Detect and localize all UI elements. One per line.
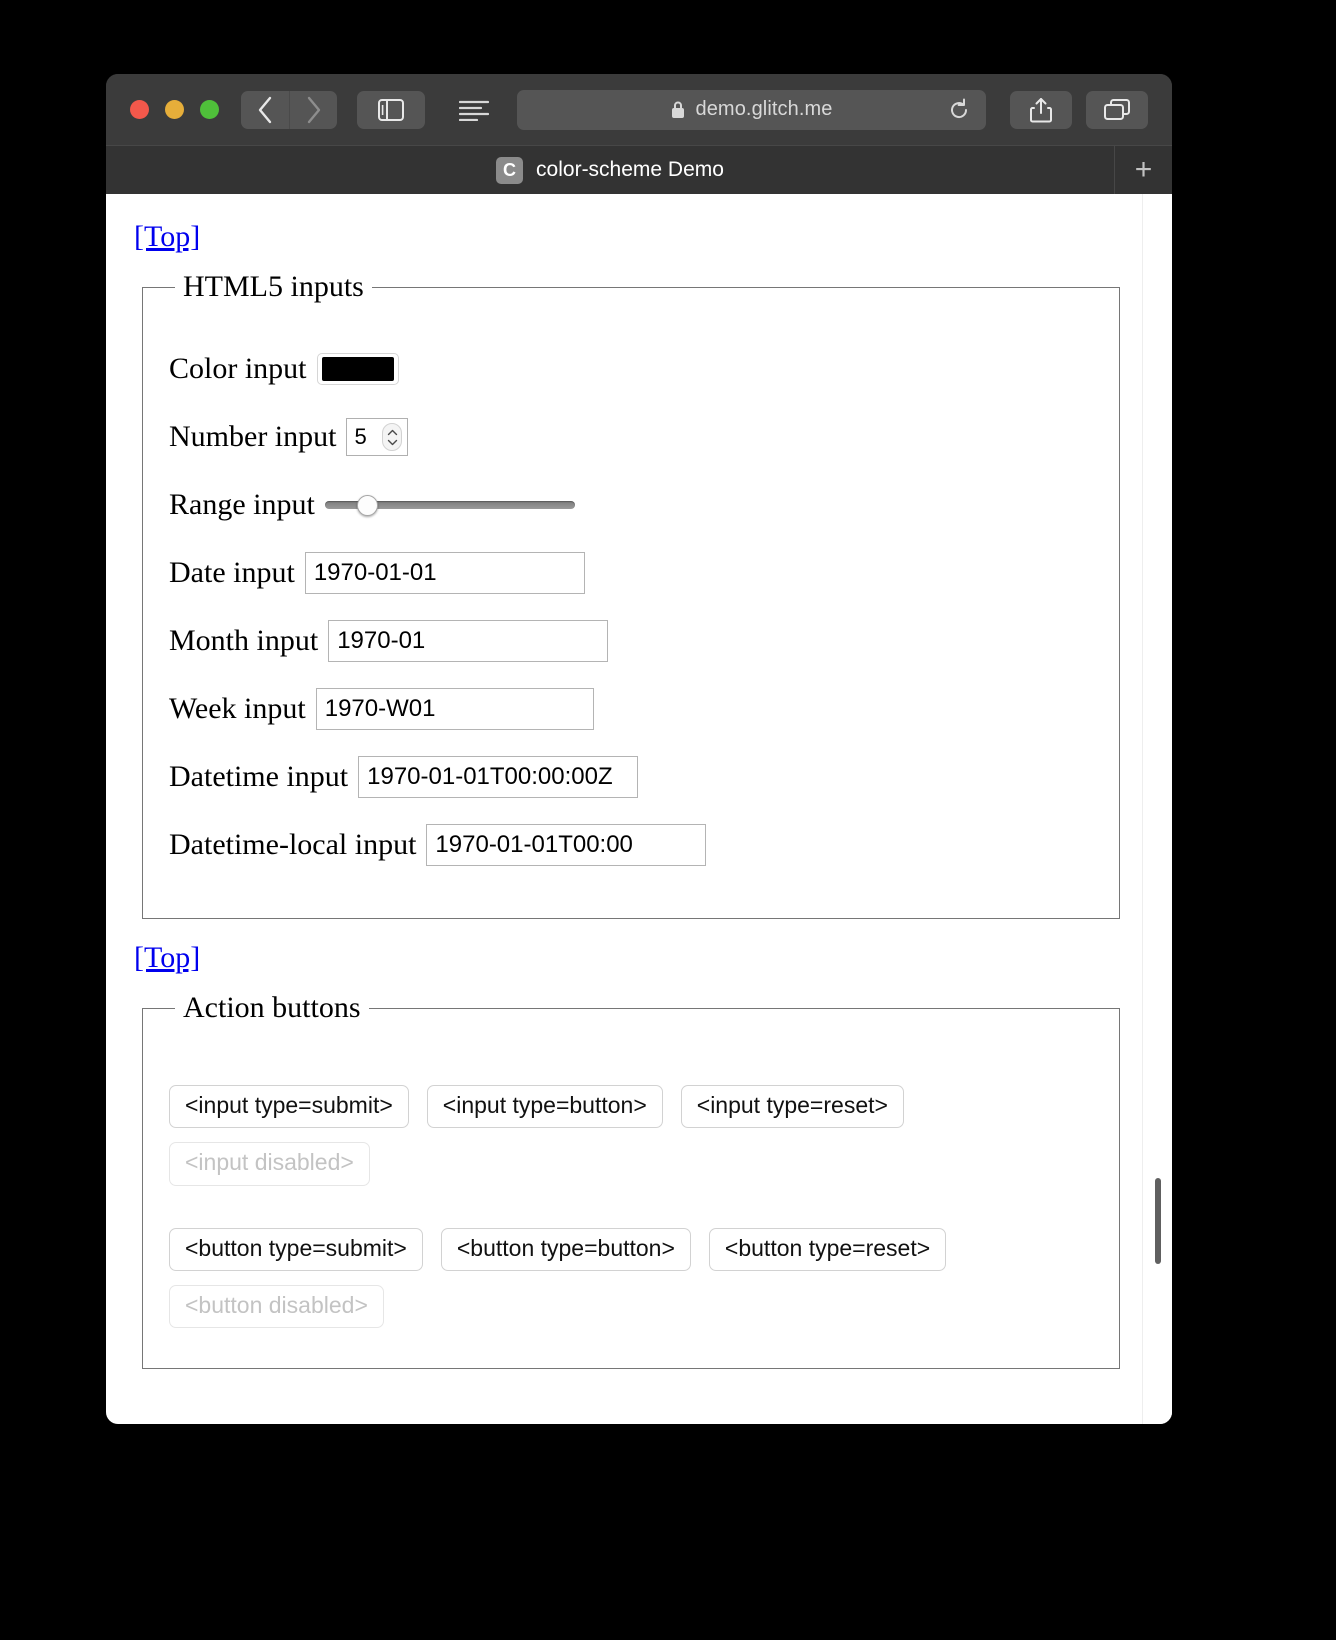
window-controls	[130, 100, 219, 119]
input-disabled-button: <input disabled>	[169, 1142, 370, 1186]
datetime-local-input[interactable]: 1970-01-01T00:00	[426, 824, 707, 866]
label-datetime-local-input: Datetime-local input	[169, 828, 417, 861]
navigation-buttons	[241, 90, 337, 129]
reader-list-icon	[459, 100, 489, 121]
row-month-input: Month input 1970-01	[169, 620, 1099, 662]
html5-inputs-fieldset: HTML5 inputs Color input Number input 5	[142, 270, 1120, 919]
zoom-window-button[interactable]	[200, 100, 219, 119]
row-color-input: Color input	[169, 348, 1099, 390]
button-disabled-row: <button disabled>	[169, 1284, 1099, 1329]
number-input[interactable]: 5	[346, 418, 409, 456]
address-bar-text: demo.glitch.me	[695, 98, 833, 120]
datetime-input[interactable]: 1970-01-01T00:00:00Z	[358, 756, 639, 798]
browser-window: demo.glitch.me C color-scheme Demo + [To…	[106, 74, 1172, 1424]
minimize-window-button[interactable]	[165, 100, 184, 119]
forward-button[interactable]	[289, 90, 337, 129]
button-submit-button[interactable]: <button type=submit>	[169, 1227, 423, 1271]
show-sidebar-button[interactable]	[357, 90, 425, 129]
label-color-input: Color input	[169, 352, 307, 385]
label-number-input: Number input	[169, 420, 337, 453]
lock-icon	[670, 100, 686, 120]
button-reset-button[interactable]: <button type=reset>	[708, 1227, 947, 1271]
input-reset-button[interactable]: <input type=reset>	[680, 1085, 904, 1129]
week-input[interactable]: 1970-W01	[315, 688, 594, 730]
screenshot-root: demo.glitch.me C color-scheme Demo + [To…	[0, 0, 1336, 1640]
chevron-up-icon	[387, 429, 398, 435]
scrollbar-thumb[interactable]	[1155, 1178, 1161, 1264]
tab-bar: C color-scheme Demo +	[106, 145, 1172, 194]
action-buttons-legend: Action buttons	[183, 991, 361, 1024]
reload-button[interactable]	[948, 98, 970, 122]
vertical-scrollbar[interactable]	[1152, 194, 1164, 1424]
row-date-input: Date input 1970-01-01	[169, 552, 1099, 594]
share-icon	[1030, 97, 1052, 122]
button-elements-row: <button type=submit> <button type=button…	[169, 1227, 1099, 1271]
number-input-value: 5	[354, 424, 367, 449]
color-input[interactable]	[316, 353, 399, 385]
label-datetime-input: Datetime input	[169, 760, 349, 793]
page-content: [Top] HTML5 inputs Color input Number in…	[106, 194, 1172, 1424]
input-button-button[interactable]: <input type=button>	[426, 1085, 663, 1129]
label-week-input: Week input	[169, 692, 306, 725]
top-link-2[interactable]: [Top]	[134, 941, 200, 975]
range-input[interactable]	[324, 494, 575, 516]
button-button-button[interactable]: <button type=button>	[440, 1227, 691, 1271]
input-disabled-row: <input disabled>	[169, 1142, 1099, 1186]
back-button[interactable]	[241, 90, 289, 129]
share-button[interactable]	[1010, 90, 1072, 129]
browser-toolbar: demo.glitch.me	[106, 74, 1172, 145]
label-month-input: Month input	[169, 624, 319, 657]
tab-overview-icon	[1104, 98, 1130, 120]
new-tab-button[interactable]: +	[1115, 146, 1172, 194]
input-buttons-row: <input type=submit> <input type=button> …	[169, 1085, 1099, 1129]
page-viewport: [Top] HTML5 inputs Color input Number in…	[106, 194, 1172, 1424]
row-week-input: Week input 1970-W01	[169, 688, 1099, 730]
tab-favicon: C	[496, 156, 524, 184]
row-datetime-local-input: Datetime-local input 1970-01-01T00:00	[169, 824, 1099, 866]
tab-title: color-scheme Demo	[536, 158, 724, 181]
label-range-input: Range input	[169, 488, 315, 521]
reload-icon	[951, 98, 968, 118]
sidebar-icon	[378, 98, 404, 121]
toolbar-right-buttons	[1010, 90, 1148, 129]
html5-inputs-legend: HTML5 inputs	[183, 270, 364, 303]
range-thumb[interactable]	[357, 494, 379, 516]
chevron-right-icon	[307, 96, 320, 123]
close-window-button[interactable]	[130, 100, 149, 119]
action-buttons-fieldset: Action buttons <input type=submit> <inpu…	[142, 991, 1120, 1370]
row-number-input: Number input 5	[169, 416, 1099, 458]
color-input-swatch	[321, 357, 394, 381]
row-range-input: Range input	[169, 484, 1099, 526]
chevron-down-icon	[387, 439, 398, 445]
tab-color-scheme-demo[interactable]: C color-scheme Demo	[106, 146, 1115, 194]
date-input[interactable]: 1970-01-01	[304, 552, 585, 594]
reader-mode-button[interactable]	[443, 91, 505, 129]
number-stepper[interactable]	[382, 423, 403, 451]
chevron-left-icon	[258, 96, 272, 123]
tab-overview-button[interactable]	[1086, 90, 1148, 129]
input-submit-button[interactable]: <input type=submit>	[169, 1085, 409, 1129]
button-disabled-button: <button disabled>	[169, 1284, 384, 1329]
label-date-input: Date input	[169, 556, 295, 589]
row-datetime-input: Datetime input 1970-01-01T00:00:00Z	[169, 756, 1099, 798]
top-link-1[interactable]: [Top]	[134, 220, 200, 254]
month-input[interactable]: 1970-01	[328, 620, 609, 662]
address-bar[interactable]: demo.glitch.me	[517, 89, 986, 130]
